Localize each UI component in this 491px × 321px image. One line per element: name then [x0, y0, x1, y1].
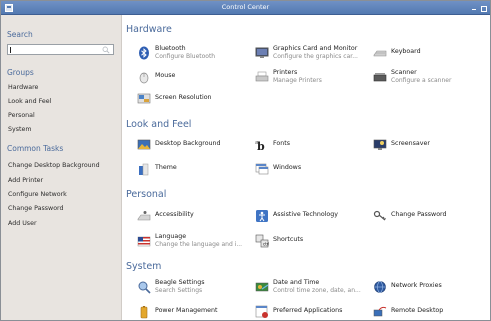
item-description: Configure the graphics car...	[273, 53, 358, 60]
title-bar[interactable]: Control Center	[1, 1, 490, 15]
item-label: Assistive Technology	[273, 211, 338, 218]
item-label: Windows	[273, 164, 302, 171]
keyboard-icon	[373, 50, 387, 57]
item-label: Printers	[273, 69, 298, 76]
windows-icon	[255, 163, 269, 175]
password-icon	[373, 210, 386, 221]
preferred-applications-icon	[255, 305, 268, 318]
item-label: Screensaver	[391, 140, 430, 147]
assistive-technology-icon	[256, 210, 268, 222]
control-center-window: Control Center Search Groups Hardware Lo…	[0, 0, 491, 321]
language-icon	[137, 236, 151, 247]
item-label: Theme	[155, 164, 177, 171]
item-label: Beagle Settings	[155, 279, 205, 286]
maximize-button[interactable]	[479, 4, 487, 12]
bluetooth-icon	[139, 46, 149, 60]
item-label: Mouse	[155, 72, 176, 79]
svg-text:ctrl: ctrl	[263, 242, 269, 247]
groups-heading: Groups	[7, 68, 34, 77]
item-label: Language	[155, 233, 187, 240]
main-panel: Hardware Bluetooth Configure Bluetooth G…	[123, 15, 490, 320]
shortcuts-icon: ctrl	[255, 234, 269, 248]
section-title-personal: Personal	[126, 189, 167, 200]
network-proxies-icon	[374, 281, 386, 293]
mouse-icon	[139, 72, 149, 84]
power-management-icon	[140, 306, 148, 319]
printer-icon	[255, 71, 269, 82]
item-description: Configure a scanner	[391, 77, 452, 84]
minimize-button[interactable]	[470, 4, 478, 12]
item-label: Desktop Background	[155, 140, 221, 147]
item-label: Screen Resolution	[155, 94, 212, 101]
date-time-icon	[255, 282, 269, 292]
common-tasks-heading: Common Tasks	[7, 144, 64, 153]
screensaver-icon	[373, 139, 387, 150]
item-label: Accessibility	[155, 211, 194, 218]
group-hardware[interactable]: Hardware	[8, 84, 38, 91]
item-description: Control time zone, date, an...	[273, 287, 361, 294]
window-title: Control Center	[221, 3, 270, 11]
screen-resolution-icon	[137, 93, 151, 104]
svg-text:b: b	[257, 140, 265, 152]
item-label: Bluetooth	[155, 45, 186, 52]
section-title-look-and-feel: Look and Feel	[126, 119, 192, 130]
search-input[interactable]	[7, 44, 114, 55]
section-title-system: System	[126, 261, 162, 272]
search-heading: Search	[7, 30, 33, 39]
monitor-icon	[255, 47, 269, 58]
item-description: Configure Bluetooth	[155, 53, 216, 60]
desktop-background-icon	[137, 139, 151, 150]
item-label: Fonts	[273, 140, 290, 147]
group-look-and-feel[interactable]: Look and Feel	[8, 98, 51, 105]
group-system[interactable]: System	[8, 126, 31, 133]
scanner-icon	[373, 73, 387, 82]
search-icon[interactable]	[102, 46, 110, 54]
item-label: Preferred Applications	[273, 307, 343, 314]
beagle-icon	[138, 281, 151, 294]
svg-text:a: a	[255, 140, 258, 146]
text-caret	[10, 47, 11, 53]
task-add-user[interactable]: Add User	[8, 220, 37, 227]
item-description: Search Settings	[155, 287, 203, 294]
task-add-printer[interactable]: Add Printer	[8, 177, 43, 184]
task-configure-network[interactable]: Configure Network	[8, 191, 67, 198]
section-title-hardware: Hardware	[126, 24, 172, 35]
item-label: Date and Time	[273, 279, 320, 286]
item-description: Manage Printers	[273, 77, 322, 84]
item-label: Power Management	[155, 307, 218, 314]
item-description: Change the language and i...	[155, 241, 243, 248]
item-label: Change Password	[391, 211, 447, 218]
item-label: Keyboard	[391, 48, 421, 55]
group-personal[interactable]: Personal	[8, 112, 35, 119]
item-label: Network Proxies	[391, 282, 442, 289]
accessibility-icon	[137, 211, 151, 221]
item-label: Graphics Card and Monitor	[273, 45, 358, 52]
task-change-password[interactable]: Change Password	[8, 205, 64, 212]
item-label: Shortcuts	[273, 236, 304, 243]
remote-desktop-icon	[373, 306, 387, 317]
item-label: Scanner	[391, 69, 417, 76]
fonts-icon: b a	[255, 140, 265, 152]
theme-icon	[139, 163, 149, 176]
task-change-desktop-background[interactable]: Change Desktop Background	[8, 162, 100, 169]
item-label: Remote Desktop	[391, 307, 444, 314]
sidebar: Search Groups Hardware Look and Feel Per…	[1, 15, 122, 320]
